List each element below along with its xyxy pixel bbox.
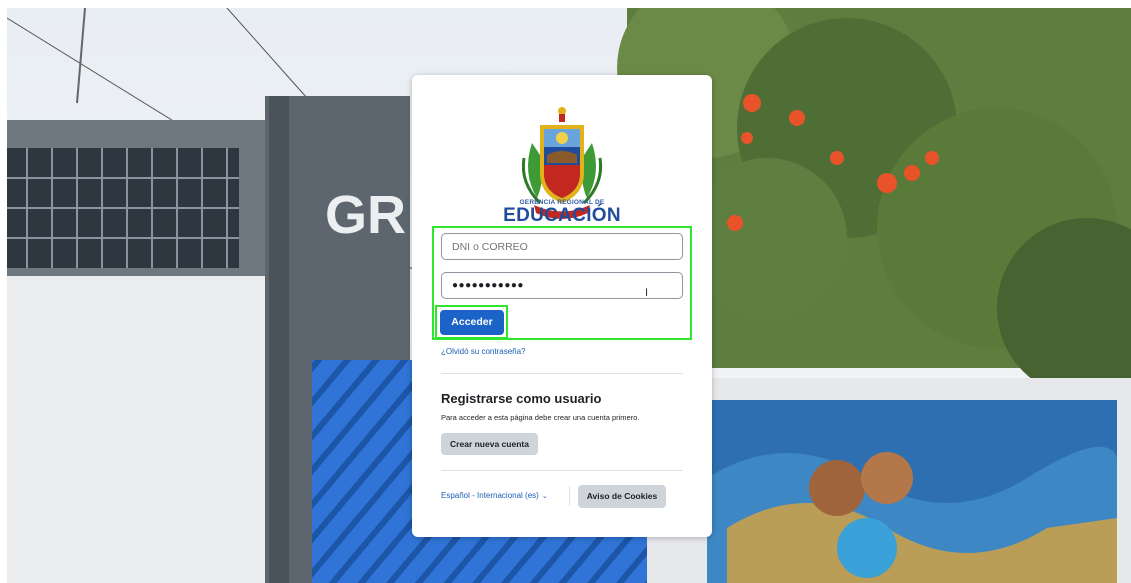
create-account-button[interactable]: Crear nueva cuenta (441, 433, 538, 455)
vertical-divider (569, 486, 570, 506)
building-sign-text: GR (325, 185, 406, 245)
forgot-password-link[interactable]: ¿Olvidó su contraseña? (441, 347, 526, 356)
logo-title-line2: EDUCACIÓN (503, 205, 621, 226)
chevron-down-icon: ⌄ (541, 493, 548, 500)
register-heading: Registrarse como usuario (441, 391, 602, 406)
login-button[interactable]: Acceder (440, 310, 504, 335)
text-cursor-icon: I (645, 287, 649, 299)
cookies-notice-button[interactable]: Aviso de Cookies (578, 485, 666, 508)
login-card: GERENCIA REGIONAL DE EDUCACIÓN ●●●●●●●●●… (412, 75, 712, 537)
register-description: Para acceder a esta página debe crear un… (441, 413, 640, 422)
username-input[interactable] (441, 233, 683, 260)
divider (441, 373, 683, 374)
language-selector[interactable]: Español - Internacional (es) ⌄ (441, 491, 548, 500)
divider (441, 470, 683, 471)
language-label: Español - Internacional (es) (441, 491, 539, 500)
